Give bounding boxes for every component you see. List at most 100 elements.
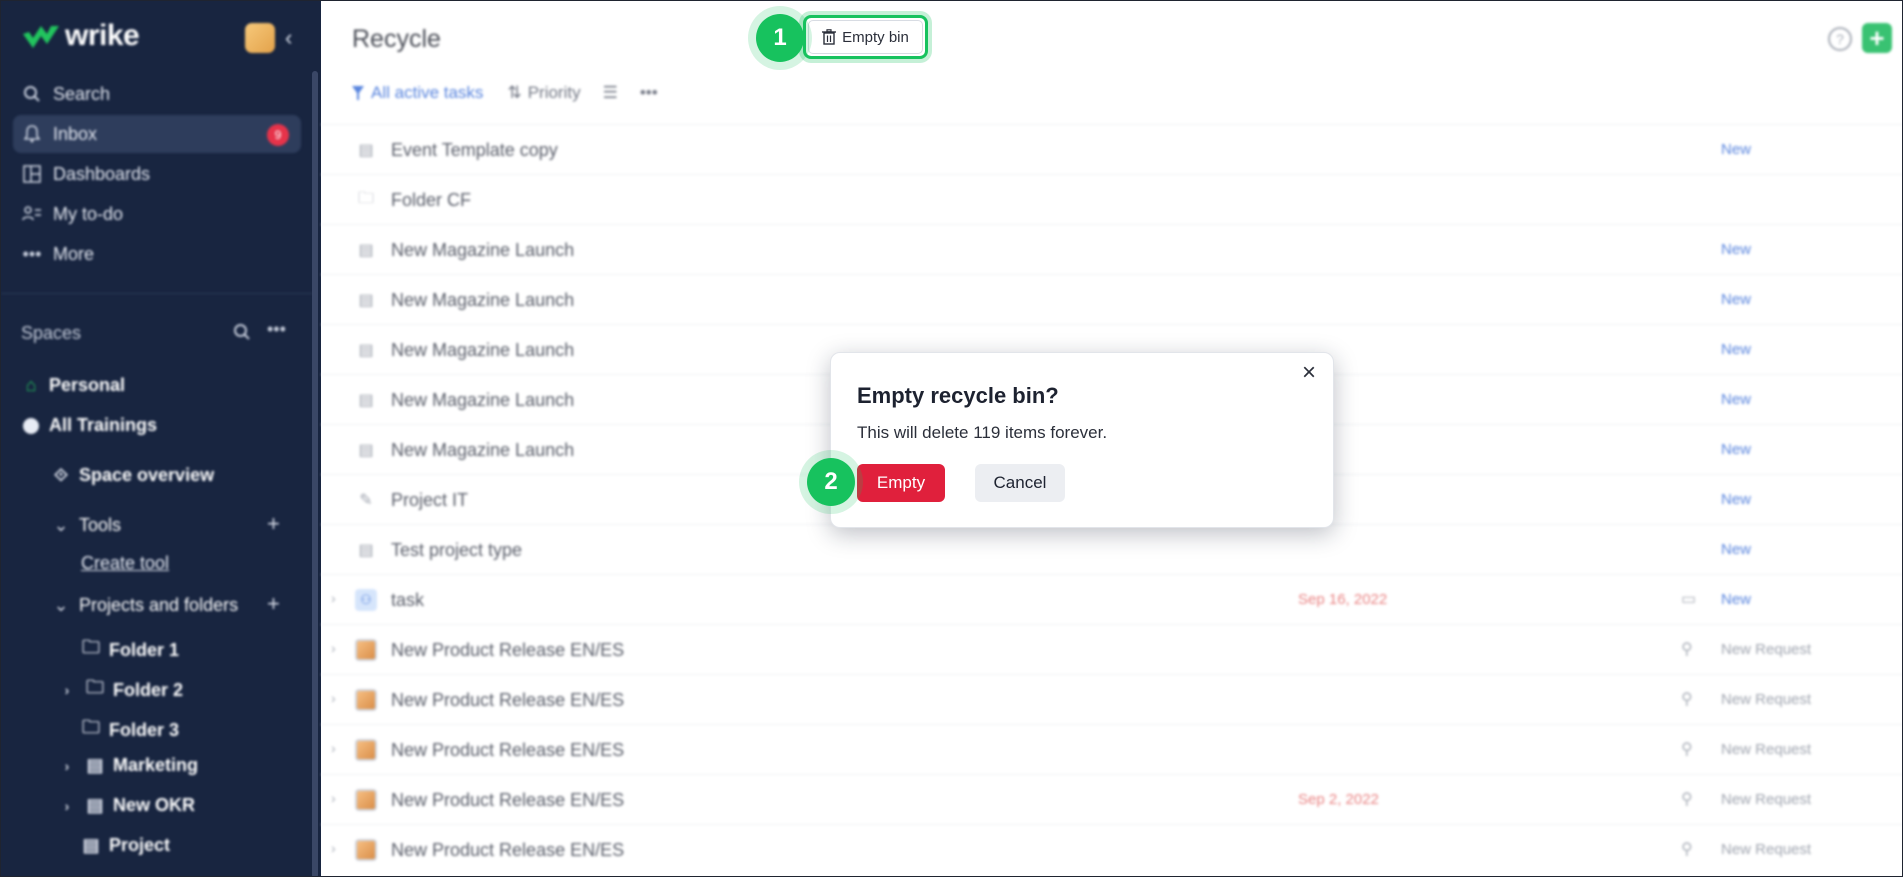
add-new-button[interactable]: + (1862, 23, 1892, 53)
row-status[interactable]: New (1721, 491, 1751, 508)
empty-confirm-button[interactable]: Empty (857, 464, 945, 502)
expand-chevron-icon[interactable]: › (331, 790, 336, 806)
row-name: New Product Release EN/ES (391, 840, 625, 860)
project-icon: ▤ (358, 442, 374, 459)
help-icon[interactable]: ? (1828, 27, 1852, 51)
sidebar-scrollbar[interactable] (312, 71, 318, 876)
expand-chevron-icon[interactable]: › (331, 590, 336, 606)
new-okr-label: New OKR (113, 795, 196, 815)
table-row[interactable]: ▤ New Magazine Launch New (321, 274, 1902, 324)
row-status[interactable]: New (1721, 141, 1751, 158)
project-thumbnail-icon (355, 689, 377, 711)
row-name: New Magazine Launch (391, 340, 575, 360)
expand-chevron-icon[interactable]: › (331, 690, 336, 706)
new-okr-item[interactable]: › ▤ New OKR (57, 795, 195, 816)
spaces-search-icon[interactable] (233, 323, 251, 346)
table-row[interactable]: 🗀 Folder CF (321, 174, 1902, 224)
row-status[interactable]: New (1721, 341, 1751, 358)
filter-button[interactable]: All active tasks (351, 83, 483, 103)
table-row[interactable]: › New Product Release EN/ES ⚲ New Request (321, 674, 1902, 724)
table-row[interactable]: ▤ New Magazine Launch New (321, 224, 1902, 274)
project-item[interactable]: ▤ Project (81, 835, 170, 856)
row-status[interactable]: New Request (1721, 791, 1811, 808)
expand-chevron-icon[interactable]: › (331, 740, 336, 756)
project-icon: ▤ (86, 795, 104, 815)
assignee-icon[interactable]: ⚲ (1681, 639, 1693, 659)
expand-chevron-icon[interactable]: › (331, 640, 336, 656)
assignee-icon[interactable]: ⚲ (1681, 739, 1693, 759)
add-project-icon[interactable]: + (267, 591, 280, 617)
search-icon (21, 83, 43, 105)
folder-3-item[interactable]: 🗀 Folder 3 (81, 715, 179, 745)
spaces-more-icon[interactable]: ••• (267, 319, 286, 340)
table-row[interactable]: › ⚇ task Sep 16, 2022 ▭ New (321, 574, 1902, 624)
space-all-trainings[interactable]: All Trainings (21, 415, 157, 436)
filter-icon (352, 86, 364, 100)
nav-my-todo[interactable]: My to-do (13, 195, 301, 233)
folder-2-item[interactable]: › 🗀 Folder 2 (57, 675, 183, 705)
nav-inbox[interactable]: Inbox 9 (13, 115, 301, 153)
row-status[interactable]: New Request (1721, 741, 1811, 758)
project-label: Project (109, 835, 171, 855)
project-thumbnail-icon (355, 739, 377, 761)
marketing-label: Marketing (113, 755, 199, 775)
space-personal-label: Personal (49, 375, 126, 395)
row-name: New Magazine Launch (391, 290, 575, 310)
dashboard-icon (21, 163, 43, 185)
add-tool-icon[interactable]: + (267, 511, 280, 537)
row-name: Test project type (391, 540, 523, 560)
table-row[interactable]: › New Product Release EN/ES ⚲ New Request (321, 624, 1902, 674)
nav-more[interactable]: ••• More (13, 235, 301, 273)
space-overview-item[interactable]: ⟐ Space overview (51, 465, 214, 486)
list-options-icon[interactable]: ☰ (603, 83, 618, 103)
row-status[interactable]: New (1721, 591, 1751, 608)
space-overview-label: Space overview (79, 465, 215, 485)
chevron-right-icon: › (64, 682, 70, 698)
expand-chevron-icon[interactable]: › (331, 840, 336, 856)
row-status[interactable]: New (1721, 391, 1751, 408)
row-name: Event Template copy (391, 140, 558, 160)
cancel-button[interactable]: Cancel (975, 464, 1065, 502)
row-name: Folder CF (391, 190, 472, 210)
wrike-logo[interactable]: wrike (21, 19, 140, 53)
projects-and-folders-section[interactable]: ⌄ Projects and folders (51, 595, 238, 616)
table-row[interactable]: ▤ Event Template copy New (321, 124, 1902, 174)
more-options-icon[interactable]: ••• (640, 83, 658, 103)
folder-1-item[interactable]: 🗀 Folder 1 (81, 635, 179, 665)
nav-dashboards[interactable]: Dashboards (13, 155, 301, 193)
task-type-icon: ⚇ (355, 589, 377, 611)
tools-section[interactable]: ⌄ Tools (51, 515, 121, 536)
close-icon[interactable]: × (1297, 361, 1321, 385)
table-row[interactable]: ▤ Test project type New (321, 524, 1902, 574)
nav-search[interactable]: Search (13, 75, 301, 113)
comment-icon[interactable]: ▭ (1681, 589, 1696, 609)
row-status[interactable]: New (1721, 291, 1751, 308)
sort-button[interactable]: ⇅ Priority (507, 83, 580, 103)
marketing-item[interactable]: › ▤ Marketing (57, 755, 198, 776)
row-status[interactable]: New Request (1721, 841, 1811, 858)
folder-icon: 🗀 (82, 637, 100, 657)
row-status[interactable]: New Request (1721, 641, 1811, 658)
collapse-sidebar-icon[interactable]: ‹ (285, 25, 307, 51)
table-row[interactable]: › New Product Release EN/ES ⚲ New Request (321, 824, 1902, 874)
step-2-marker: 2 (807, 458, 855, 506)
assignee-icon[interactable]: ⚲ (1681, 839, 1693, 859)
row-status[interactable]: New (1721, 241, 1751, 258)
space-personal[interactable]: ⌂ Personal (21, 375, 125, 396)
table-row[interactable]: › New Product Release EN/ES ⚲ New Request (321, 724, 1902, 774)
table-row[interactable]: › New Product Release EN/ES Sep 2, 2022 ⚲ Ne… (321, 774, 1902, 824)
assignee-icon[interactable]: ⚲ (1681, 789, 1693, 809)
row-status[interactable]: New (1721, 441, 1751, 458)
row-status[interactable]: New (1721, 541, 1751, 558)
row-status[interactable]: New Request (1721, 691, 1811, 708)
space-dot-icon (21, 417, 41, 434)
empty-recycle-bin-dialog: × Empty recycle bin? This will delete 11… (830, 352, 1334, 528)
create-tool-link[interactable]: Create tool (81, 553, 169, 574)
project-icon: ✎ (359, 492, 373, 509)
account-avatar[interactable] (245, 23, 275, 53)
tools-label: Tools (79, 515, 122, 535)
assignee-icon[interactable]: ⚲ (1681, 689, 1693, 709)
dialog-message: This will delete 119 items forever. (857, 423, 1108, 442)
chevron-right-icon: › (64, 757, 70, 774)
empty-bin-button[interactable]: Empty bin (808, 20, 923, 54)
